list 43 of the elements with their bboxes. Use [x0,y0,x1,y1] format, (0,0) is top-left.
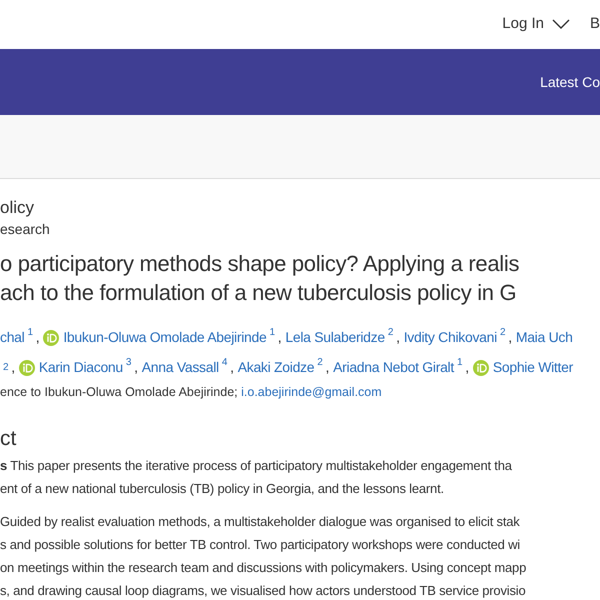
login-link[interactable]: Log In [502,13,570,36]
comma: , [278,328,282,347]
id-badge-icon[interactable] [43,330,60,346]
comma: , [11,358,15,377]
journal-name: olicy [0,197,36,219]
affiliation-number: 2 [500,327,506,339]
article-type: esearch [0,220,51,239]
author-link[interactable]: Maia Uch [516,327,573,348]
author-link[interactable]: Ibukun-Oluwa Omolade Abejirinde [63,327,266,348]
author-link[interactable]: Ariadna Nebot Giralt [333,357,454,378]
abstract-paragraph: Guided by realist evaluation methods, a multistakeholder dialogue was organised to elicit stak s and possible solutions for better TB control. Two participatory workshops were conducted wi on meetings within the research team and discussions with policymakers. Using concept mapp s, and drawing causal loop diagrams, we visualised how actors understood TB service provisio [0,512,528,600]
header-link[interactable]: B [590,13,600,36]
affiliation-number: 3 [126,357,132,369]
affiliation-number: 1 [270,327,275,339]
author-link[interactable]: Anna Vassall [142,357,219,378]
author-link[interactable]: chal [0,327,24,348]
affiliation-number: 1 [456,357,462,369]
comma: , [36,328,40,347]
author-link[interactable]: Karin Diaconu [38,357,123,378]
comma: , [396,328,400,347]
comma: , [508,328,512,347]
chevron-down-icon [552,19,570,30]
abstract-paragraph: s This paper presents the iterative process of participatory multistakeholder engagement tha ent of a new national tuberculosis (TB) policy in Georgia, and the lessons learnt. [0,456,513,498]
email-link[interactable]: i.o.abejirinde@gmail.com [241,385,382,399]
author-link[interactable]: Sophie Witter [492,357,573,378]
article-title: o participatory methods shape policy? Applying a realis ach to the formulation of a new tuberculosis policy in G [0,250,520,307]
comma: , [465,358,469,377]
author-link[interactable]: Lela Sulaberidze [285,327,385,348]
comma: , [134,358,138,377]
id-badge-icon[interactable] [18,360,35,376]
affiliation-number: 1 [27,327,33,339]
author-link[interactable]: Ivdity Chikovani [404,327,497,348]
affiliation-number: 2 [388,327,394,339]
affiliation-number: 4 [222,357,228,369]
affiliation-number: 2 [317,357,323,369]
affiliation-number: 2 [3,362,8,374]
comma: , [326,358,330,377]
comma: , [230,358,234,377]
correspondence-text: ence to Ibukun-Oluwa Omolade Abejirinde; [0,385,238,399]
abstract-heading: ct [0,426,18,452]
nav-link[interactable]: Latest Co [540,72,600,92]
id-badge-icon[interactable] [472,360,489,376]
author-link[interactable]: Akaki Zoidze [238,357,314,378]
